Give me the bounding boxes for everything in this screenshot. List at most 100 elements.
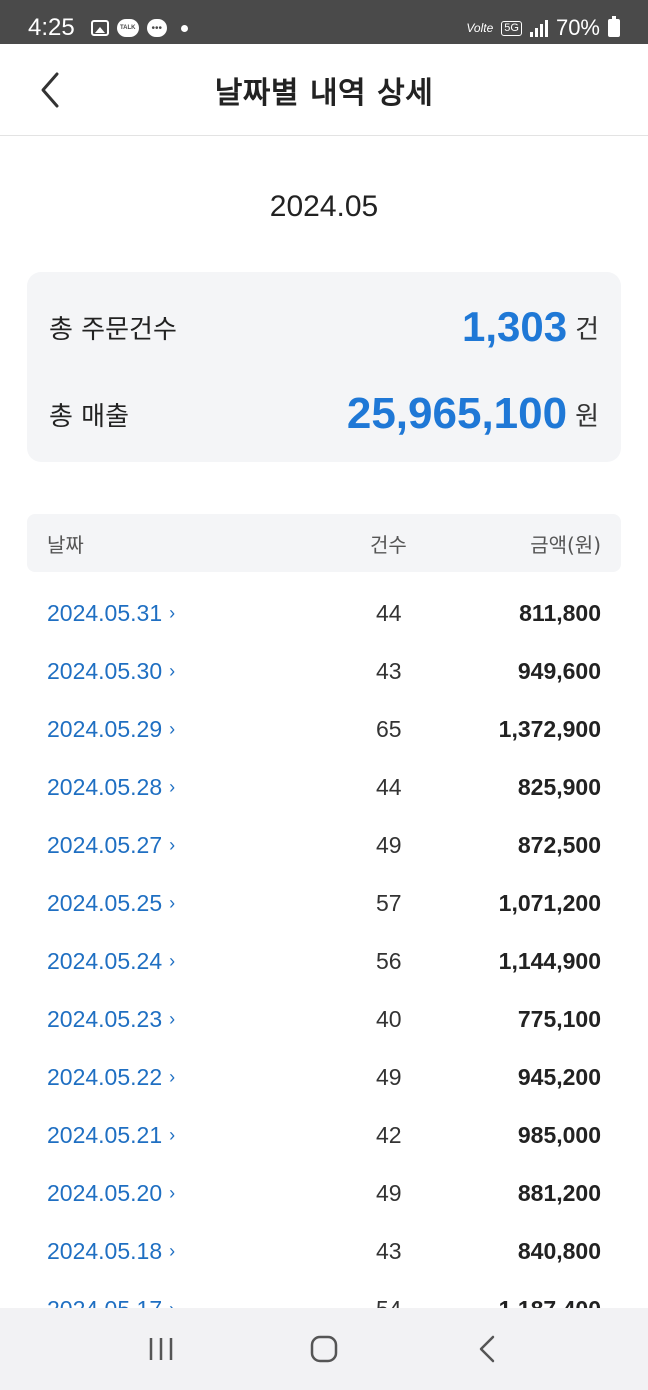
chevron-right-icon: › <box>169 1124 176 1145</box>
message-notification-icon: ••• <box>146 19 167 37</box>
row-amount: 985,000 <box>517 1121 601 1148</box>
row-date-link[interactable]: 2024.05.28 › <box>47 774 175 801</box>
row-count: 44 <box>376 599 402 626</box>
row-date: 2024.05.27 <box>47 831 163 858</box>
table-row: 2024.05.22 › 49 945,200 <box>27 1048 621 1106</box>
column-header-amount: 금액(원) <box>530 532 601 557</box>
back-button[interactable] <box>30 70 70 110</box>
table-row: 2024.05.23 › 40 775,100 <box>27 990 621 1048</box>
row-amount: 825,900 <box>517 773 601 800</box>
total-sales-unit: 원 <box>575 401 599 432</box>
row-date: 2024.05.17 <box>47 1296 162 1309</box>
table-row: 2024.05.27 › 49 872,500 <box>27 816 621 874</box>
battery-icon <box>608 16 620 37</box>
battery-percent: 70% <box>555 15 600 40</box>
table-row: 2024.05.29 › 65 1,372,900 <box>27 700 621 758</box>
chevron-right-icon: › <box>169 892 176 913</box>
more-notifications-dot-icon <box>180 24 188 32</box>
recent-apps-icon <box>150 1338 173 1360</box>
row-amount: 945,200 <box>517 1063 601 1090</box>
row-date-link[interactable]: 2024.05.31 › <box>47 600 175 627</box>
row-count: 49 <box>376 831 402 858</box>
table-row: 2024.05.18 › 43 840,800 <box>27 1222 621 1280</box>
row-amount: 811,800 <box>519 599 601 626</box>
row-date-link[interactable]: 2024.05.20 › <box>47 1180 175 1207</box>
month-label: 2024.05 <box>269 190 379 223</box>
page-title: 날짜별 내역 상세 <box>214 75 434 111</box>
row-date: 2024.05.31 <box>47 599 163 626</box>
summary-card: 총 주문건수 1,303 건 총 매출 25,965,100 원 <box>27 272 621 462</box>
row-amount: 881,200 <box>517 1179 601 1206</box>
total-sales-value: 25,965,100 <box>346 389 568 438</box>
total-orders-value: 1,303 <box>461 303 568 350</box>
network-5g-icon: 5G <box>501 20 522 36</box>
table-row: 2024.05.21 › 42 985,000 <box>27 1106 621 1164</box>
column-header-count: 건수 <box>370 532 407 557</box>
row-date-link[interactable]: 2024.05.25 › <box>47 890 175 917</box>
notification-icons: TALK ••• <box>90 19 188 37</box>
row-date: 2024.05.25 <box>47 889 163 916</box>
chevron-right-icon: › <box>169 1240 176 1261</box>
row-count: 56 <box>376 947 402 974</box>
gallery-notification-icon <box>90 20 109 36</box>
row-amount: 1,144,900 <box>498 947 601 974</box>
table-row: 2024.05.31 › 44 811,800 <box>27 584 621 642</box>
signal-icon <box>529 19 548 37</box>
row-count: 65 <box>376 715 402 742</box>
total-sales-row: 총 매출 25,965,100 원 <box>49 386 599 442</box>
row-date: 2024.05.28 <box>47 773 163 800</box>
kakaotalk-notification-icon: TALK <box>116 19 139 37</box>
row-count: 43 <box>376 657 402 684</box>
table-row: 2024.05.24 › 56 1,144,900 <box>27 932 621 990</box>
row-date: 2024.05.30 <box>47 657 163 684</box>
daily-list[interactable]: 2024.05.31 › 44 811,800 2024.05.30 › 43 94… <box>27 584 621 1309</box>
chevron-left-icon <box>41 72 59 108</box>
table-row: 2024.05.20 › 49 881,200 <box>27 1164 621 1222</box>
row-date: 2024.05.18 <box>47 1237 163 1264</box>
row-date-link[interactable]: 2024.05.30 › <box>47 658 175 685</box>
app-bar: 날짜별 내역 상세 <box>0 44 648 136</box>
row-date-link[interactable]: 2024.05.29 › <box>47 716 175 743</box>
row-count: 42 <box>376 1121 402 1148</box>
volte-icon: Volte <box>466 21 494 35</box>
row-date-link[interactable]: 2024.05.17 › <box>47 1296 175 1309</box>
table-row: 2024.05.17 › 54 1,187,400 <box>27 1280 621 1309</box>
row-amount: 775,100 <box>517 1005 601 1032</box>
table-row: 2024.05.28 › 44 825,900 <box>27 758 621 816</box>
row-amount: 949,600 <box>517 657 601 684</box>
total-sales-label: 총 매출 <box>49 401 130 432</box>
row-amount: 872,500 <box>517 831 601 858</box>
table-header: 날짜 건수 금액(원) <box>27 514 621 572</box>
home-button[interactable] <box>294 1319 354 1379</box>
status-time: 4:25 <box>28 14 75 41</box>
row-date-link[interactable]: 2024.05.21 › <box>47 1122 175 1149</box>
chevron-right-icon: › <box>169 1182 176 1203</box>
row-date-link[interactable]: 2024.05.23 › <box>47 1006 175 1033</box>
table-row: 2024.05.25 › 57 1,071,200 <box>27 874 621 932</box>
row-amount: 840,800 <box>517 1237 601 1264</box>
chevron-right-icon: › <box>169 1299 175 1309</box>
row-amount: 1,187,400 <box>499 1296 601 1309</box>
chevron-right-icon: › <box>169 834 176 855</box>
system-back-button[interactable] <box>457 1319 517 1379</box>
row-count: 40 <box>376 1005 402 1032</box>
chevron-right-icon: › <box>169 950 176 971</box>
row-count: 43 <box>376 1237 402 1264</box>
system-navigation-bar <box>0 1308 648 1390</box>
chevron-right-icon: › <box>169 776 176 797</box>
row-date: 2024.05.22 <box>47 1063 163 1090</box>
recent-apps-button[interactable] <box>131 1319 191 1379</box>
chevron-right-icon: › <box>169 1066 176 1087</box>
row-date-link[interactable]: 2024.05.24 › <box>47 948 175 975</box>
column-header-date: 날짜 <box>47 532 84 557</box>
row-date-link[interactable]: 2024.05.22 › <box>47 1064 175 1091</box>
row-count: 44 <box>376 773 402 800</box>
row-date-link[interactable]: 2024.05.27 › <box>47 832 175 859</box>
home-icon <box>310 1335 338 1363</box>
row-date: 2024.05.24 <box>47 947 163 974</box>
row-date: 2024.05.23 <box>47 1005 163 1032</box>
back-icon <box>479 1335 494 1363</box>
row-count: 57 <box>376 889 402 916</box>
row-date-link[interactable]: 2024.05.18 › <box>47 1238 175 1265</box>
row-date: 2024.05.29 <box>47 715 163 742</box>
